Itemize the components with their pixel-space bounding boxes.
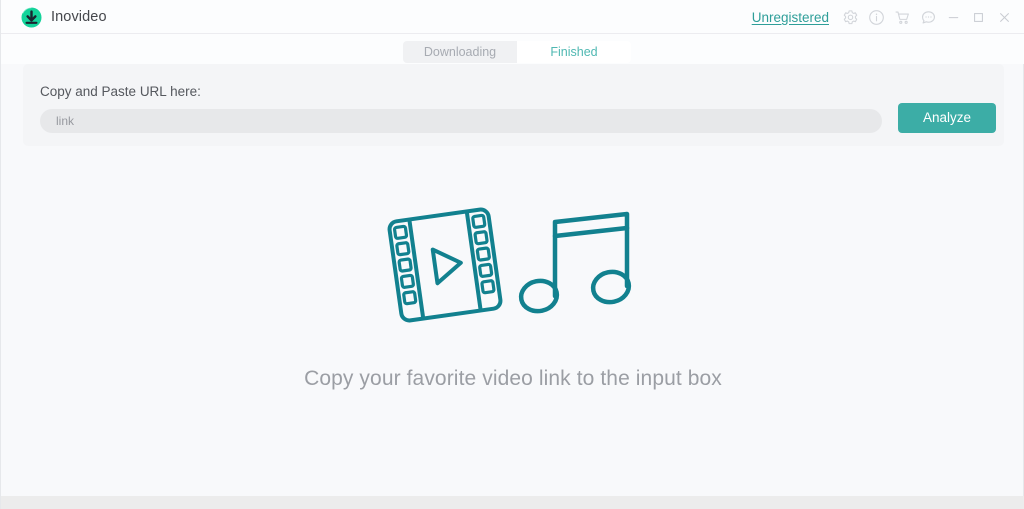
url-input[interactable] — [40, 109, 882, 133]
tab-finished[interactable]: Finished — [517, 41, 631, 63]
feedback-icon[interactable] — [920, 9, 937, 26]
minimize-button[interactable] — [945, 9, 962, 26]
info-icon[interactable] — [868, 9, 885, 26]
cart-icon[interactable] — [894, 9, 911, 26]
app-window: Inovideo Unregistered Downloading Finish… — [0, 0, 1024, 509]
tab-group: Downloading Finished — [403, 41, 631, 63]
tab-downloading[interactable]: Downloading — [403, 41, 517, 63]
unregistered-link[interactable]: Unregistered — [752, 9, 829, 26]
url-panel: Copy and Paste URL here: Analyze — [23, 64, 1004, 146]
bottom-strip — [1, 496, 1024, 509]
title-bar: Inovideo Unregistered — [1, 0, 1024, 34]
empty-state-message: Copy your favorite video link to the inp… — [304, 367, 722, 390]
url-panel-label: Copy and Paste URL here: — [40, 84, 201, 99]
close-button[interactable] — [996, 9, 1013, 26]
download-circle-icon — [21, 6, 42, 28]
app-title: Inovideo — [51, 9, 107, 25]
empty-state: Copy your favorite video link to the inp… — [1, 200, 1024, 392]
film-strip-and-music-note-illustration — [387, 207, 632, 323]
maximize-button[interactable] — [970, 9, 987, 26]
tab-bar: Downloading Finished — [1, 34, 1024, 64]
analyze-button[interactable]: Analyze — [898, 103, 996, 133]
settings-icon[interactable] — [842, 9, 859, 26]
